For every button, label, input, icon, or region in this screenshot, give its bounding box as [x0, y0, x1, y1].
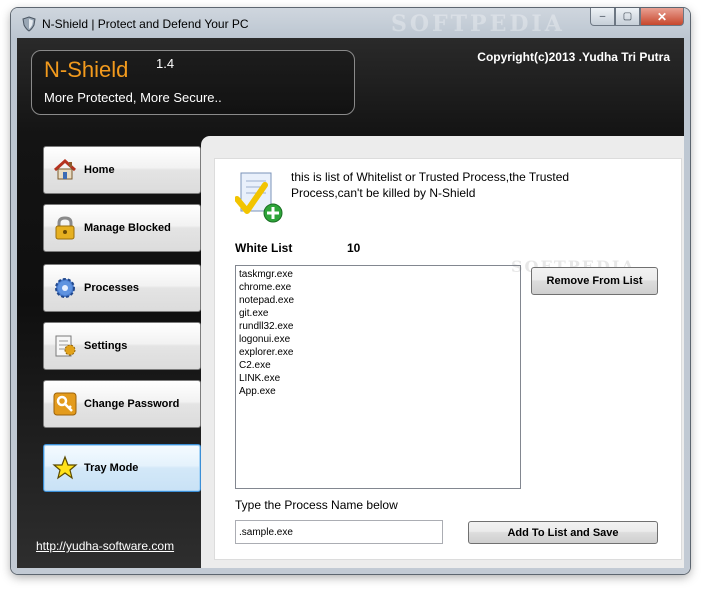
sidebar-item-label: Manage Blocked: [84, 222, 171, 234]
list-item[interactable]: notepad.exe: [239, 294, 517, 307]
add-to-list-button[interactable]: Add To List and Save: [468, 521, 658, 544]
lock-icon: [55, 216, 75, 240]
sidebar-item-label: Tray Mode: [84, 462, 139, 474]
sidebar-item-label: Home: [84, 164, 115, 176]
remove-from-list-button[interactable]: Remove From List: [531, 267, 658, 295]
title-bar[interactable]: N-Shield | Protect and Defend Your PC SO…: [11, 8, 690, 38]
gear-icon: [55, 278, 75, 298]
app-name: N-Shield: [44, 57, 129, 82]
maximize-button[interactable]: ▢: [615, 8, 640, 26]
sidebar-item-tray-mode[interactable]: Tray Mode: [43, 444, 201, 492]
whitelist-listbox[interactable]: taskmgr.exe chrome.exe notepad.exe git.e…: [235, 265, 521, 489]
window-title: N-Shield | Protect and Defend Your PC: [42, 17, 249, 31]
whitelist-document-icon: [235, 172, 283, 223]
whitelist-panel: this is list of Whitelist or Trusted Pro…: [214, 158, 682, 560]
minimize-button[interactable]: –: [590, 8, 615, 26]
sidebar-item-change-password[interactable]: Change Password: [43, 380, 201, 428]
process-name-input[interactable]: [235, 520, 443, 544]
list-item[interactable]: C2.exe: [239, 359, 517, 372]
content-panel: this is list of Whitelist or Trusted Pro…: [201, 136, 684, 568]
sidebar-item-label: Change Password: [84, 398, 180, 410]
list-item[interactable]: App.exe: [239, 385, 517, 398]
shield-icon: [22, 16, 36, 32]
list-item[interactable]: chrome.exe: [239, 281, 517, 294]
home-icon: [53, 158, 77, 180]
app-window: N-Shield | Protect and Defend Your PC SO…: [11, 8, 690, 574]
app-version: 1.4: [156, 56, 175, 71]
client-area: N-Shield 1.4 More Protected, More Secure…: [17, 38, 684, 568]
list-item[interactable]: git.exe: [239, 307, 517, 320]
sidebar-item-manage-blocked[interactable]: Manage Blocked: [43, 204, 201, 252]
whitelist-count: 10: [347, 241, 361, 255]
whitelist-label: White List: [235, 241, 293, 255]
sidebar-item-home[interactable]: Home: [43, 146, 201, 194]
star-icon: [52, 455, 78, 480]
sidebar-item-processes[interactable]: Processes: [43, 264, 201, 312]
process-name-label: Type the Process Name below: [235, 498, 398, 512]
list-item[interactable]: taskmgr.exe: [239, 268, 517, 281]
watermark-text: SOFTPEDIA: [391, 11, 565, 37]
sidebar-item-label: Processes: [84, 282, 140, 294]
key-icon: [53, 392, 77, 416]
settings-icon: [55, 335, 76, 357]
close-button[interactable]: ✕: [640, 8, 684, 26]
list-item[interactable]: rundll32.exe: [239, 320, 517, 333]
list-item[interactable]: LINK.exe: [239, 372, 517, 385]
website-link[interactable]: http://yudha-software.com: [36, 539, 174, 553]
sidebar-item-settings[interactable]: Settings: [43, 322, 201, 370]
sidebar-item-label: Settings: [84, 340, 128, 352]
list-item[interactable]: explorer.exe: [239, 346, 517, 359]
window-controls: – ▢ ✕: [590, 8, 684, 28]
logo-box: N-Shield 1.4 More Protected, More Secure…: [31, 50, 355, 115]
list-item[interactable]: logonui.exe: [239, 333, 517, 346]
app-tagline: More Protected, More Secure..: [44, 90, 222, 105]
whitelist-description: this is list of Whitelist or Trusted Pro…: [291, 170, 570, 200]
copyright-text: Copyright(c)2013 .Yudha Tri Putra: [477, 50, 670, 64]
